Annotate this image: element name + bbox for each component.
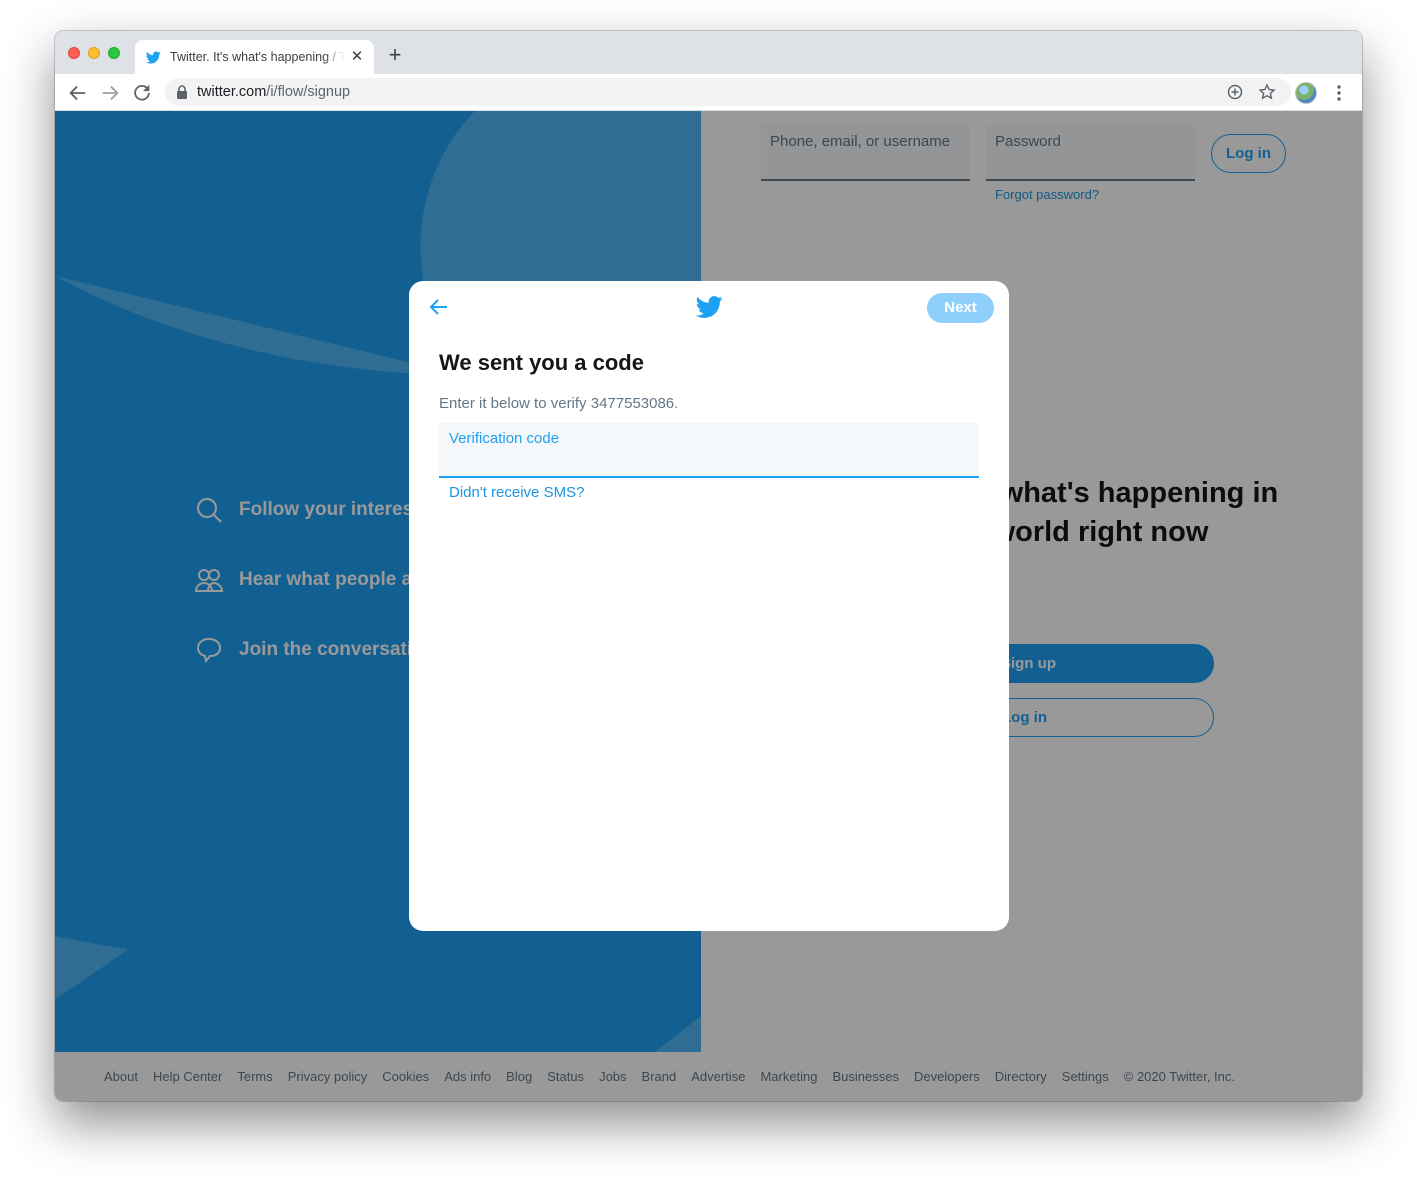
verification-modal: Next We sent you a code Enter it below t… [409, 281, 1009, 931]
install-app-icon[interactable] [1226, 83, 1244, 101]
reload-icon[interactable] [131, 82, 153, 104]
twitter-logo-icon [696, 296, 723, 318]
next-button[interactable]: Next [927, 293, 994, 323]
browser-tab-active[interactable]: Twitter. It's what's happening / Twitter… [135, 40, 374, 74]
back-arrow-icon[interactable] [427, 295, 451, 319]
url-text: twitter.com/i/flow/signup [197, 84, 351, 100]
tab-title: Twitter. It's what's happening / Twitter [170, 50, 345, 64]
verification-code-label: Verification code [449, 430, 560, 447]
verification-code-input[interactable]: Verification code [439, 423, 979, 478]
modal-title: We sent you a code [439, 350, 644, 375]
tab-close-icon[interactable]: ✕ [349, 49, 365, 65]
forward-arrow-icon[interactable] [99, 82, 121, 104]
new-tab-button[interactable]: + [385, 44, 405, 66]
browser-titlebar: Twitter. It's what's happening / Twitter… [55, 31, 1362, 74]
browser-window: Twitter. It's what's happening / Twitter… [55, 31, 1362, 1101]
browser-toolbar: twitter.com/i/flow/signup [55, 74, 1362, 111]
modal-subtitle: Enter it below to verify 3477553086. [439, 395, 679, 412]
back-arrow-icon[interactable] [67, 82, 89, 104]
minimize-window-button[interactable] [88, 47, 100, 59]
twitter-bird-icon [146, 51, 161, 64]
profile-avatar[interactable] [1295, 82, 1317, 104]
more-menu-icon[interactable] [1331, 83, 1347, 103]
bookmark-star-icon[interactable] [1258, 83, 1276, 101]
maximize-window-button[interactable] [108, 47, 120, 59]
lock-icon [177, 85, 187, 99]
page-viewport: Follow your interests. Hear what people … [55, 111, 1362, 1101]
close-window-button[interactable] [68, 47, 80, 59]
address-bar[interactable]: twitter.com/i/flow/signup [165, 78, 1291, 106]
resend-sms-link[interactable]: Didn't receive SMS? [449, 484, 584, 501]
